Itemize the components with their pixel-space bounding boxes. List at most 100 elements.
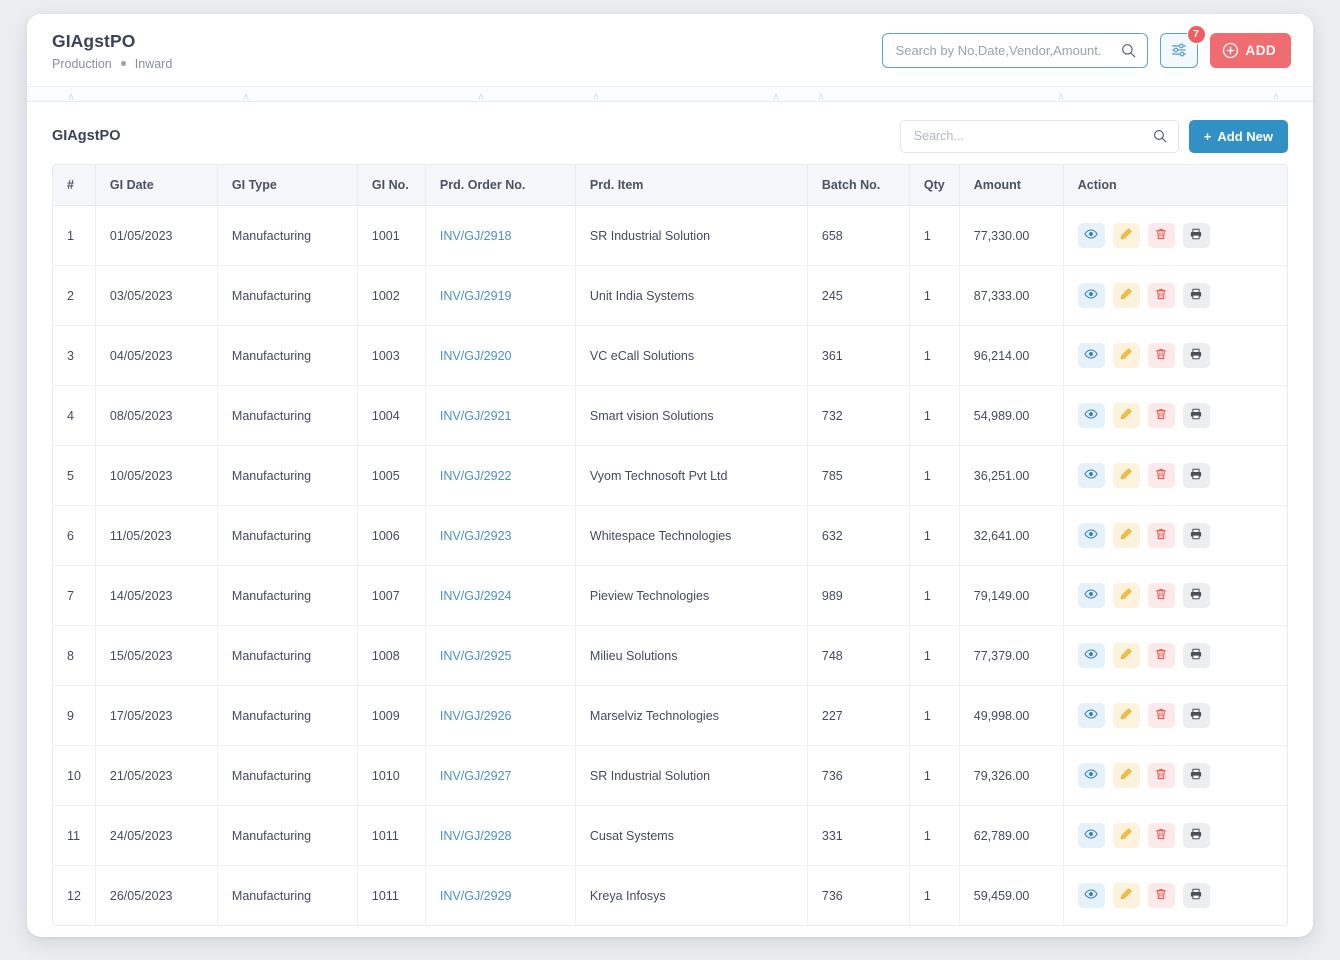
header-search-box[interactable]	[882, 33, 1148, 68]
cell-order-no[interactable]: INV/GJ/2923	[425, 506, 575, 566]
table-search-box[interactable]	[900, 120, 1179, 153]
cell-order-no[interactable]: INV/GJ/2921	[425, 386, 575, 446]
delete-button[interactable]	[1148, 283, 1175, 308]
print-button[interactable]	[1183, 583, 1210, 608]
table-row: 203/05/2023Manufacturing1002INV/GJ/2919U…	[53, 266, 1287, 326]
cell-amount: 49,998.00	[959, 686, 1063, 746]
edit-button[interactable]	[1113, 703, 1140, 728]
view-button[interactable]	[1078, 403, 1105, 428]
cell-item: Smart vision Solutions	[575, 386, 807, 446]
edit-button[interactable]	[1113, 763, 1140, 788]
edit-button[interactable]	[1113, 343, 1140, 368]
cell-order-no[interactable]: INV/GJ/2919	[425, 266, 575, 326]
edit-button[interactable]	[1113, 223, 1140, 248]
cell-actions	[1063, 206, 1287, 266]
cell-order-no[interactable]: INV/GJ/2922	[425, 446, 575, 506]
cell-amount: 96,214.00	[959, 326, 1063, 386]
cell-batch-no: 989	[807, 566, 909, 626]
cell-item: Kreya Infosys	[575, 866, 807, 926]
view-button[interactable]	[1078, 583, 1105, 608]
cell-gi-no: 1006	[357, 506, 425, 566]
delete-button[interactable]	[1148, 763, 1175, 788]
cell-batch-no: 736	[807, 866, 909, 926]
view-button[interactable]	[1078, 703, 1105, 728]
cell-gi-type: Manufacturing	[217, 446, 357, 506]
cell-order-no[interactable]: INV/GJ/2927	[425, 746, 575, 806]
view-button[interactable]	[1078, 523, 1105, 548]
delete-button[interactable]	[1148, 523, 1175, 548]
delete-button[interactable]	[1148, 463, 1175, 488]
print-icon	[1189, 647, 1203, 664]
print-button[interactable]	[1183, 283, 1210, 308]
print-button[interactable]	[1183, 703, 1210, 728]
table-search-input[interactable]	[914, 129, 1144, 143]
delete-button[interactable]	[1148, 823, 1175, 848]
edit-icon	[1119, 587, 1133, 604]
cell-order-no[interactable]: INV/GJ/2929	[425, 866, 575, 926]
delete-button[interactable]	[1148, 703, 1175, 728]
view-button[interactable]	[1078, 343, 1105, 368]
view-button[interactable]	[1078, 283, 1105, 308]
edit-button[interactable]	[1113, 823, 1140, 848]
delete-button[interactable]	[1148, 583, 1175, 608]
print-button[interactable]	[1183, 403, 1210, 428]
print-button[interactable]	[1183, 523, 1210, 548]
cell-order-no[interactable]: INV/GJ/2924	[425, 566, 575, 626]
delete-button[interactable]	[1148, 883, 1175, 908]
cell-actions	[1063, 746, 1287, 806]
view-button[interactable]	[1078, 823, 1105, 848]
edit-button[interactable]	[1113, 523, 1140, 548]
header-search-input[interactable]	[896, 43, 1113, 58]
edit-icon	[1119, 707, 1133, 724]
print-button[interactable]	[1183, 763, 1210, 788]
row-action-group	[1078, 643, 1273, 668]
delete-button[interactable]	[1148, 643, 1175, 668]
print-button[interactable]	[1183, 463, 1210, 488]
print-button[interactable]	[1183, 643, 1210, 668]
table-row: 101/05/2023Manufacturing1001INV/GJ/2918S…	[53, 206, 1287, 266]
edit-button[interactable]	[1113, 643, 1140, 668]
search-icon	[1121, 43, 1136, 63]
print-button[interactable]	[1183, 883, 1210, 908]
cell-gi-type: Manufacturing	[217, 386, 357, 446]
edit-icon	[1119, 767, 1133, 784]
cell-batch-no: 632	[807, 506, 909, 566]
cell-order-no[interactable]: INV/GJ/2928	[425, 806, 575, 866]
delete-button[interactable]	[1148, 343, 1175, 368]
cell-item: Cusat Systems	[575, 806, 807, 866]
edit-button[interactable]	[1113, 583, 1140, 608]
add-new-button[interactable]: + Add New	[1189, 120, 1288, 153]
delete-icon	[1154, 887, 1168, 904]
edit-button[interactable]	[1113, 283, 1140, 308]
filter-button[interactable]: 7	[1160, 33, 1198, 68]
view-button[interactable]	[1078, 223, 1105, 248]
breadcrumb-item-inward[interactable]: Inward	[135, 57, 173, 71]
cell-order-no[interactable]: INV/GJ/2926	[425, 686, 575, 746]
add-button[interactable]: ADD	[1210, 33, 1291, 68]
delete-button[interactable]	[1148, 223, 1175, 248]
print-button[interactable]	[1183, 223, 1210, 248]
cell-gi-no: 1011	[357, 806, 425, 866]
cell-order-no[interactable]: INV/GJ/2925	[425, 626, 575, 686]
edit-button[interactable]	[1113, 403, 1140, 428]
cell-amount: 59,459.00	[959, 866, 1063, 926]
edit-icon	[1119, 287, 1133, 304]
edit-button[interactable]	[1113, 463, 1140, 488]
cell-actions	[1063, 506, 1287, 566]
print-icon	[1189, 467, 1203, 484]
breadcrumb-item-production[interactable]: Production	[52, 57, 112, 71]
cell-gi-no: 1004	[357, 386, 425, 446]
print-button[interactable]	[1183, 823, 1210, 848]
print-button[interactable]	[1183, 343, 1210, 368]
cell-order-no[interactable]: INV/GJ/2918	[425, 206, 575, 266]
cell-order-no[interactable]: INV/GJ/2920	[425, 326, 575, 386]
view-button[interactable]	[1078, 463, 1105, 488]
delete-button[interactable]	[1148, 403, 1175, 428]
view-button[interactable]	[1078, 643, 1105, 668]
cell-qty: 1	[909, 266, 959, 326]
cell-item: Pieview Technologies	[575, 566, 807, 626]
cell-qty: 1	[909, 566, 959, 626]
edit-button[interactable]	[1113, 883, 1140, 908]
view-button[interactable]	[1078, 763, 1105, 788]
view-button[interactable]	[1078, 883, 1105, 908]
